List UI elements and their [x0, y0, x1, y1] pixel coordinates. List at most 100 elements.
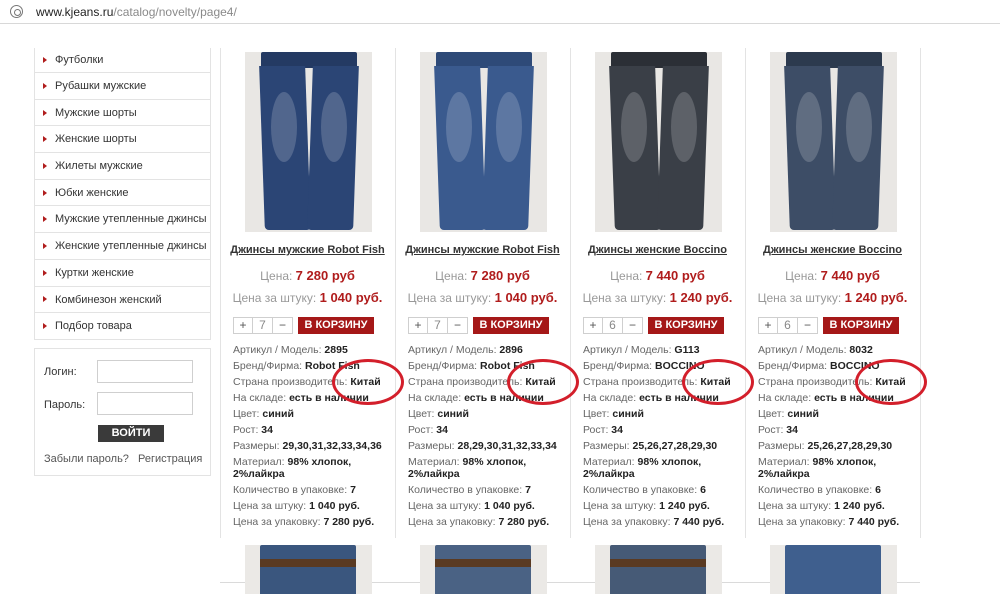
bullet-icon — [43, 216, 47, 223]
product-title[interactable]: Джинсы мужские Robot Fish — [220, 244, 395, 256]
spec-line: 2%лайкра — [583, 468, 635, 481]
jeans-image — [258, 52, 359, 232]
product-photo[interactable] — [245, 52, 372, 232]
qty-decrease-button[interactable]: − — [798, 317, 818, 334]
product-photo[interactable] — [245, 545, 372, 594]
qty-decrease-button[interactable]: − — [448, 317, 468, 334]
spec-value: 7 — [350, 484, 356, 496]
url-text[interactable]: www.kjeans.ru/catalog/novelty/page4/ — [36, 5, 237, 19]
product-price: Цена: 7 440 руб — [570, 268, 745, 283]
spec-line: Рост: 34 — [233, 424, 273, 437]
sidebar-item-tshirts[interactable]: Футболки — [34, 48, 211, 73]
qty-input[interactable]: 6 — [603, 317, 623, 334]
product-photo[interactable] — [420, 52, 547, 232]
spec-line: Артикул / Модель: G113 — [583, 344, 700, 357]
bullet-icon — [43, 109, 47, 116]
qty-increase-button[interactable]: + — [583, 317, 603, 334]
price-label: Цена: — [435, 269, 468, 283]
spec-label: На складе: — [408, 392, 465, 404]
jeans-image — [608, 52, 709, 232]
product-photo[interactable] — [770, 52, 897, 232]
highlight-ring — [682, 359, 754, 405]
site-info-icon[interactable] — [10, 5, 23, 18]
spec-label: На складе: — [233, 392, 290, 404]
sidebar-item-mens-warm-jeans[interactable]: Мужские утепленные джинсы — [34, 206, 211, 234]
grid-divider — [920, 48, 921, 538]
price-value: 7 440 руб — [645, 268, 705, 283]
product-grid: Джинсы мужские Robot Fish Цена: 7 280 ру… — [220, 48, 927, 594]
qty-input[interactable]: 6 — [778, 317, 798, 334]
add-to-cart-button[interactable]: В КОРЗИНУ — [648, 317, 724, 334]
quantity-stepper: + 7 − — [408, 317, 468, 334]
sidebar-item-mens-shirts[interactable]: Рубашки мужские — [34, 73, 211, 100]
qty-decrease-button[interactable]: − — [273, 317, 293, 334]
spec-value: 34 — [611, 424, 623, 436]
spec-label: Бренд/Фирма: — [233, 360, 305, 372]
price-value: 7 280 руб — [470, 268, 530, 283]
sidebar-item-mens-shorts[interactable]: Мужские шорты — [34, 99, 211, 127]
qty-increase-button[interactable]: + — [233, 317, 253, 334]
spec-value: синий — [262, 408, 294, 420]
forgot-password-link[interactable]: Забыли пароль? — [44, 453, 129, 465]
url-path: /catalog/novelty/page4/ — [113, 5, 237, 19]
spec-line: Цвет: синий — [758, 408, 819, 421]
unit-price-value: 1 240 руб. — [844, 290, 908, 305]
product-photo[interactable] — [770, 545, 897, 594]
spec-label: Материал: — [233, 456, 288, 468]
belt-image — [260, 559, 356, 567]
product-unit-price: Цена за штуку: 1 240 руб. — [745, 290, 920, 305]
product-photo[interactable] — [595, 545, 722, 594]
spec-value: 25,26,27,28,29,30 — [632, 440, 718, 452]
spec-value: 2%лайкра — [583, 468, 635, 480]
login-button[interactable]: ВОЙТИ — [98, 425, 164, 442]
qty-decrease-button[interactable]: − — [623, 317, 643, 334]
spec-value: G113 — [674, 344, 700, 356]
product-photo[interactable] — [420, 545, 547, 594]
sidebar-item-mens-vests[interactable]: Жилеты мужские — [34, 153, 211, 180]
spec-value: 6 — [875, 484, 881, 496]
register-link[interactable]: Регистрация — [138, 453, 202, 465]
add-to-cart-button[interactable]: В КОРЗИНУ — [473, 317, 549, 334]
qty-input[interactable]: 7 — [253, 317, 273, 334]
unit-price-value: 1 040 руб. — [319, 290, 383, 305]
unit-price-label: Цена за штуку: — [407, 291, 492, 305]
spec-line: Рост: 34 — [758, 424, 798, 437]
product-price: Цена: 7 440 руб — [745, 268, 920, 283]
sidebar-item-womens-skirts[interactable]: Юбки женские — [34, 179, 211, 207]
quantity-stepper: + 6 − — [583, 317, 643, 334]
sidebar-item-womens-jumpsuit[interactable]: Комбинезон женский — [34, 286, 211, 314]
spec-value: 34 — [786, 424, 798, 436]
unit-price-label: Цена за штуку: — [582, 291, 667, 305]
spec-line: Цена за штуку: 1 240 руб. — [583, 500, 710, 513]
sidebar-item-womens-jackets[interactable]: Куртки женские — [34, 259, 211, 287]
sidebar-item-womens-shorts[interactable]: Женские шорты — [34, 126, 211, 154]
spec-value: 1 240 руб. — [659, 500, 710, 512]
spec-label: Количество в упаковке: — [583, 484, 701, 496]
spec-line: 2%лайкра — [758, 468, 810, 481]
password-input[interactable] — [97, 392, 193, 415]
product-price: Цена: 7 280 руб — [395, 268, 570, 283]
spec-line: Артикул / Модель: 2895 — [233, 344, 348, 357]
add-to-cart-button[interactable]: В КОРЗИНУ — [823, 317, 899, 334]
jeans-image — [433, 52, 534, 232]
product-title[interactable]: Джинсы женские Boccino — [745, 244, 920, 256]
login-input[interactable] — [97, 360, 193, 383]
spec-label: Размеры: — [408, 440, 458, 452]
product-photo[interactable] — [595, 52, 722, 232]
product-title[interactable]: Джинсы мужские Robot Fish — [395, 244, 570, 256]
qty-increase-button[interactable]: + — [408, 317, 428, 334]
spec-label: Артикул / Модель: — [758, 344, 850, 356]
spec-label: Бренд/Фирма: — [408, 360, 480, 372]
product-title[interactable]: Джинсы женские Boccino — [570, 244, 745, 256]
spec-value: 98% хлопок, — [462, 456, 527, 468]
sidebar-item-womens-warm-jeans[interactable]: Женские утепленные джинсы — [34, 233, 211, 260]
sidebar-item-label: Жилеты мужские — [55, 160, 143, 173]
add-to-cart-button[interactable]: В КОРЗИНУ — [298, 317, 374, 334]
spec-label: Бренд/Фирма: — [583, 360, 655, 372]
sidebar-item-product-filter[interactable]: Подбор товара — [34, 313, 211, 340]
address-bar[interactable]: www.kjeans.ru/catalog/novelty/page4/ — [0, 0, 1000, 24]
spec-value: 98% хлопок, — [812, 456, 877, 468]
qty-input[interactable]: 7 — [428, 317, 448, 334]
qty-increase-button[interactable]: + — [758, 317, 778, 334]
spec-label: Артикул / Модель: — [233, 344, 325, 356]
